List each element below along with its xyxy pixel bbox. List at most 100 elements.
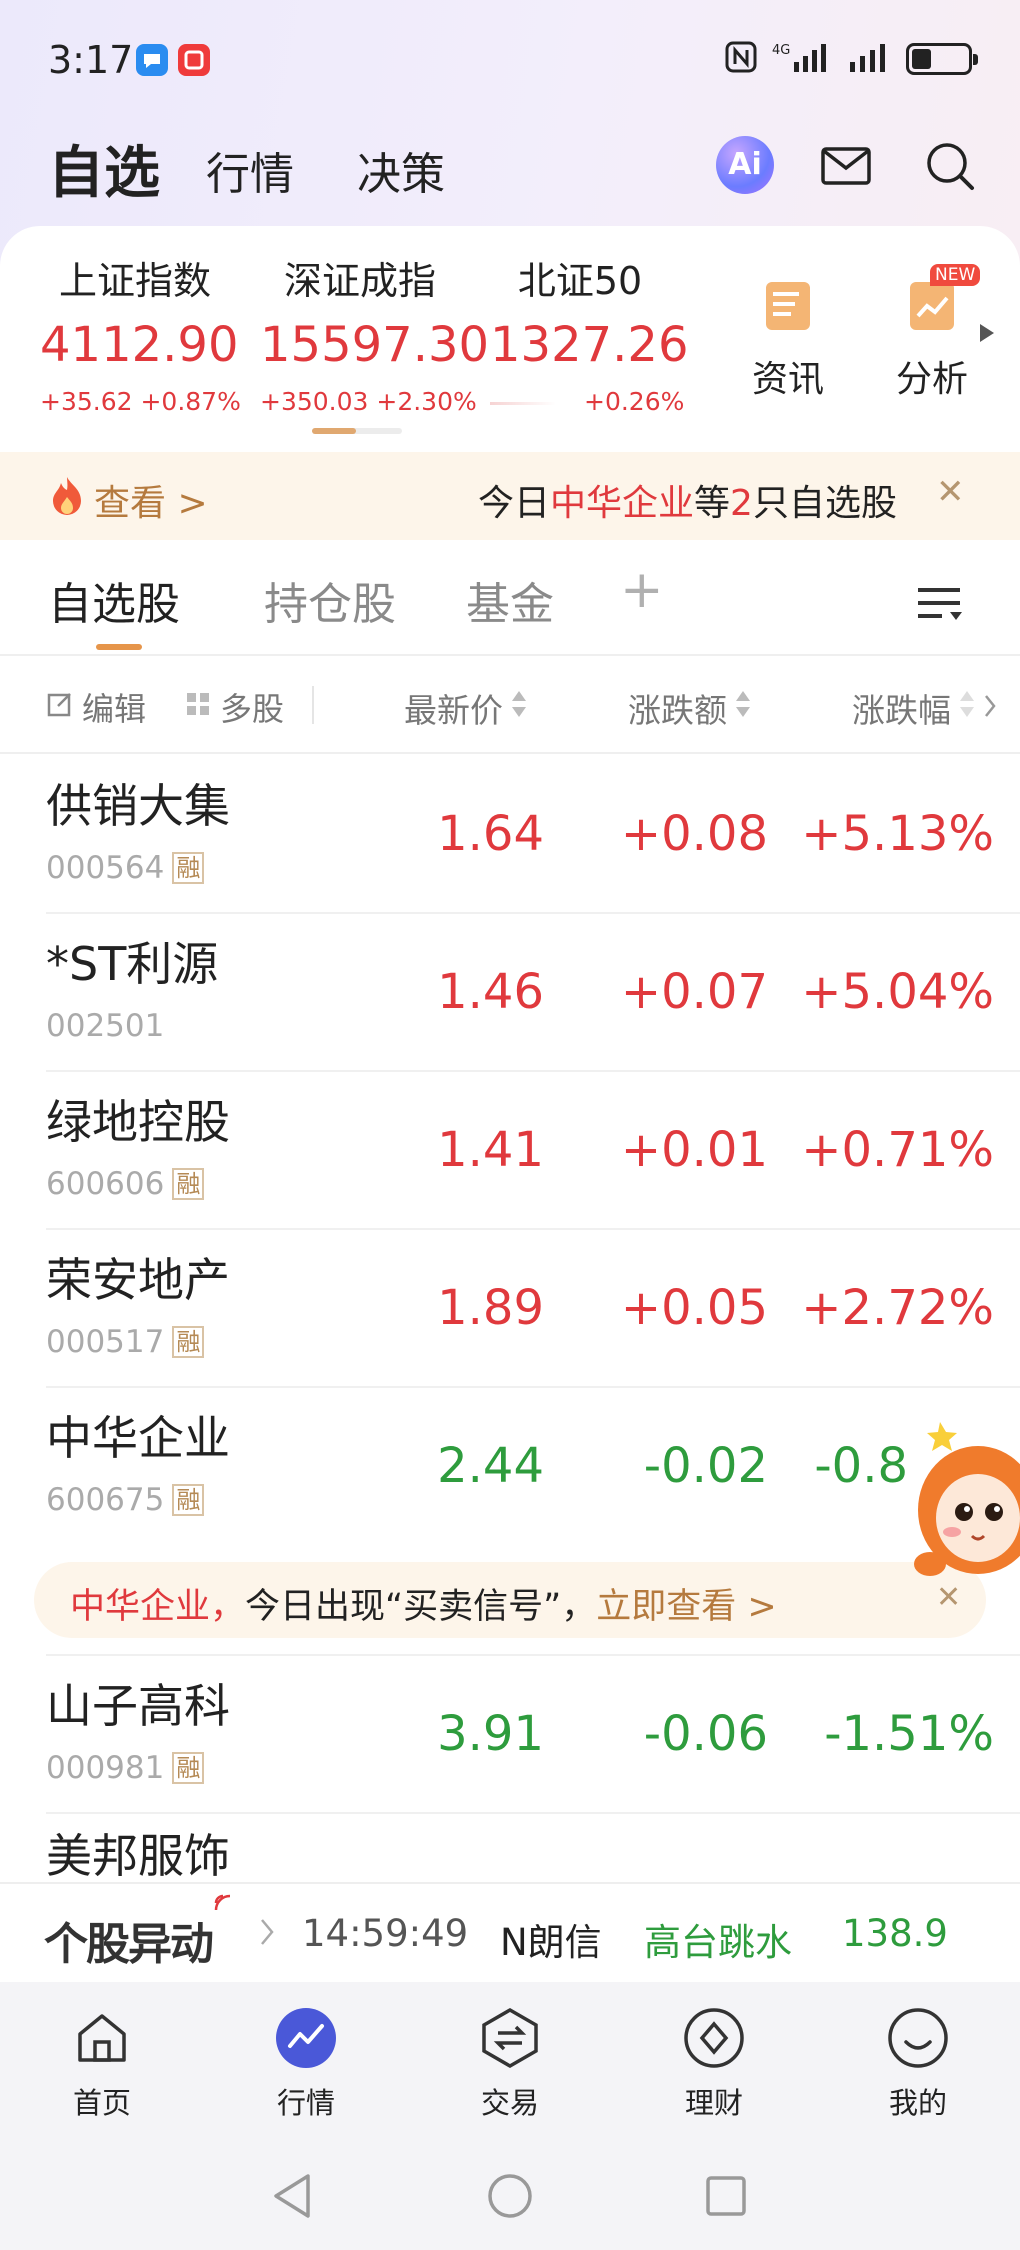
ticker-time: 14:59:49 — [302, 1912, 469, 1955]
tab-holdings[interactable]: 持仓股 — [264, 568, 396, 632]
edit-button[interactable]: 编辑 — [46, 684, 146, 730]
promo-count: 2 — [730, 483, 753, 524]
stock-code: 000517 — [46, 1324, 165, 1360]
tab-market[interactable]: 行情 — [206, 138, 294, 202]
recent-apps-icon[interactable] — [704, 2174, 748, 2222]
index-name: 上证指数 — [58, 259, 211, 303]
tab-watchlist[interactable]: 自选 — [48, 128, 160, 209]
index-change: +35.62 +0.87% — [40, 387, 241, 416]
promo-close-icon[interactable]: ✕ — [936, 472, 965, 512]
stock-price: 1.89 — [437, 1280, 544, 1336]
signal-alert-close-icon[interactable]: ✕ — [936, 1580, 961, 1615]
news-label: 资讯 — [751, 359, 824, 400]
watchlist-promo-banner[interactable]: 查看 > 今日中华企业等2只自选股 ✕ — [0, 452, 1020, 540]
row-divider — [46, 1654, 1020, 1656]
stock-percent: -0.8 — [814, 1438, 908, 1494]
index-change: +350.03 +2.30% — [260, 387, 477, 416]
stock-price: 2.44 — [437, 1438, 544, 1494]
signal-alert-message: 今日出现“买卖信号”， — [245, 1587, 597, 1627]
sort-arrows-icon — [509, 686, 529, 730]
search-icon[interactable] — [924, 140, 976, 196]
ai-icon[interactable]: Ai — [716, 136, 774, 194]
battery-level — [912, 49, 931, 69]
home-icon — [70, 2006, 134, 2070]
column-change-label: 涨跌额 — [628, 691, 727, 730]
multi-label: 多股 — [220, 690, 285, 728]
nav-home[interactable]: 首页 — [32, 2006, 172, 2122]
wealth-icon — [682, 2006, 746, 2070]
stock-alert-ticker[interactable]: 个股异动 14:59:49 N朗信 高台跳水 138.9 — [0, 1882, 1020, 1982]
nav-profile-label: 我的 — [888, 2086, 947, 2120]
stock-row[interactable]: 绿地控股 600606 融 1.41 +0.01 +0.71% — [0, 1072, 1020, 1230]
multi-stock-button[interactable]: 多股 — [184, 684, 284, 730]
scroll-right-icon[interactable] — [978, 322, 996, 348]
home-circle-icon[interactable] — [486, 2172, 534, 2224]
tab-decision[interactable]: 决策 — [357, 138, 445, 202]
stock-percent: +2.72% — [801, 1280, 994, 1336]
nav-profile[interactable]: 我的 — [848, 2006, 988, 2122]
stock-percent: +5.13% — [801, 806, 994, 862]
mascot-character-icon[interactable] — [912, 1414, 1020, 1584]
tab-funds[interactable]: 基金 — [466, 568, 554, 632]
index-value: 4112.90 — [40, 317, 239, 373]
column-percent-sort[interactable]: 涨跌幅 — [852, 684, 997, 732]
stock-row[interactable]: 荣安地产 000517 融 1.89 +0.05 +2.72% — [0, 1230, 1020, 1388]
signal-alert-action[interactable]: 立即查看 > — [596, 1587, 776, 1627]
sort-menu-icon[interactable] — [914, 582, 966, 630]
signal-4g-icon: 4G — [772, 40, 834, 78]
chevron-right-icon[interactable] — [983, 689, 997, 728]
nav-wealth[interactable]: 理财 — [644, 2006, 784, 2122]
margin-tag: 融 — [172, 852, 205, 884]
nav-market[interactable]: 行情 — [236, 2006, 376, 2122]
column-price-sort[interactable]: 最新价 — [404, 684, 529, 732]
stock-code: 000564 — [46, 850, 165, 886]
index-value: 1327.26 — [490, 317, 689, 373]
promo-view-link[interactable]: 查看 > — [48, 474, 208, 526]
news-button[interactable]: 资讯 — [748, 276, 828, 402]
stock-code-line: 000517 融 — [46, 1324, 205, 1360]
nav-wealth-label: 理财 — [684, 2086, 743, 2120]
stock-row[interactable]: 供销大集 000564 融 1.64 +0.08 +5.13% — [0, 756, 1020, 914]
news-icon — [758, 282, 818, 340]
promo-text-suffix: 只自选股 — [752, 483, 897, 524]
back-icon[interactable] — [270, 2172, 314, 2224]
stock-code-line: 600606 融 — [46, 1166, 205, 1202]
column-change-sort[interactable]: 涨跌额 — [628, 684, 753, 732]
promo-view-label: 查看 > — [94, 483, 208, 524]
analysis-button[interactable]: NEW 分析 — [892, 264, 981, 402]
tab-watchlist-stocks[interactable]: 自选股 — [48, 568, 180, 632]
stock-name: 荣安地产 — [46, 1253, 230, 1307]
market-icon — [274, 2006, 338, 2070]
promo-text: 今日中华企业等2只自选股 — [478, 474, 908, 526]
stock-row[interactable]: 中华企业 600675 融 2.44 -0.02 -0.8 — [0, 1388, 1020, 1546]
add-tab-icon[interactable]: + — [620, 560, 664, 620]
column-separator — [312, 686, 314, 724]
index-shanghai[interactable]: 上证指数 4112.90 +35.62 +0.87% — [40, 250, 241, 416]
stock-code-line: 002501 — [46, 1008, 164, 1044]
stock-row[interactable]: *ST利源 002501 1.46 +0.07 +5.04% — [0, 914, 1020, 1072]
signal-alert-banner[interactable]: 中华企业，今日出现“买卖信号”，立即查看 > ✕ — [34, 1562, 986, 1638]
mail-icon[interactable] — [820, 140, 872, 196]
margin-tag: 融 — [172, 1168, 205, 1200]
nav-trade[interactable]: 交易 — [440, 2006, 580, 2122]
stock-row[interactable]: 美邦服饰 — [0, 1814, 1020, 1882]
trade-icon — [478, 2006, 542, 2070]
stock-code: 600675 — [46, 1482, 165, 1518]
stock-row[interactable]: 山子高科 000981 融 3.91 -0.06 -1.51% — [0, 1656, 1020, 1814]
active-tab-underline — [96, 644, 142, 650]
analysis-icon — [902, 282, 962, 340]
wifi-signal-icon — [212, 1892, 234, 1918]
promo-highlight-stock: 中华企业 — [550, 483, 695, 524]
stock-price: 1.41 — [437, 1122, 544, 1178]
column-header: 编辑 多股 最新价 涨跌额 涨跌幅 — [0, 656, 1020, 754]
ticker-value: 138.9 — [842, 1912, 948, 1955]
fire-icon — [48, 475, 86, 526]
index-shenzhen[interactable]: 深证成指 15597.30 +350.03 +2.30% — [260, 250, 489, 416]
stock-price: 3.91 — [437, 1706, 544, 1762]
battery-icon — [906, 43, 978, 75]
index-beijing50[interactable]: 北证50 1327.26 +0.26% — [490, 250, 689, 416]
edit-label: 编辑 — [82, 690, 147, 728]
nav-home-label: 首页 — [72, 2086, 131, 2120]
nav-market-label: 行情 — [276, 2086, 335, 2120]
stock-percent: +0.71% — [801, 1122, 994, 1178]
